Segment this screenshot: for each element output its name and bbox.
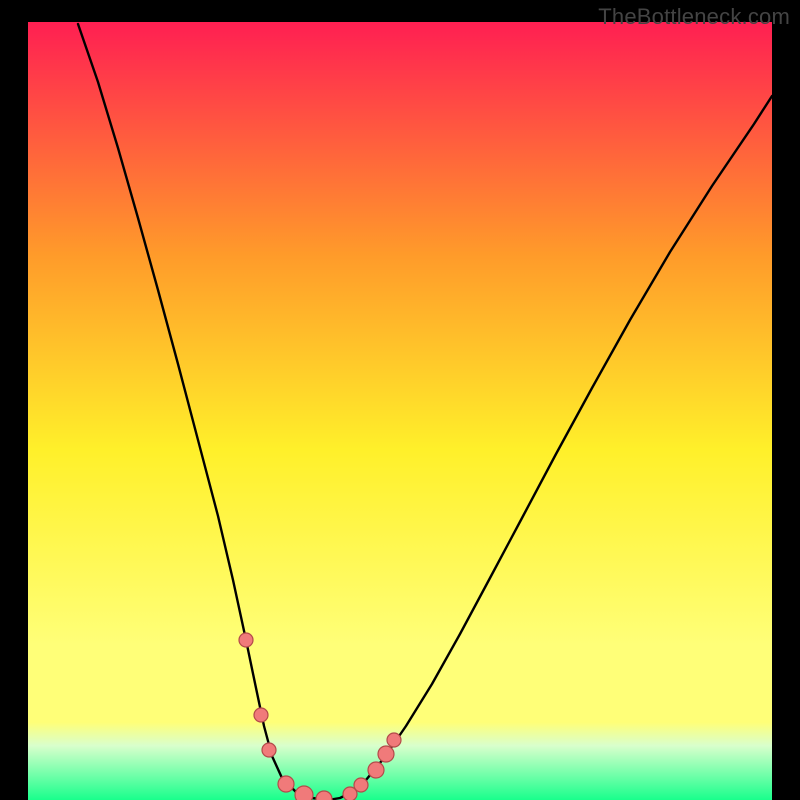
- data-marker: [378, 746, 394, 762]
- data-marker: [295, 786, 313, 800]
- data-marker: [368, 762, 384, 778]
- data-marker: [254, 708, 268, 722]
- chart-container: TheBottleneck.com: [0, 0, 800, 800]
- data-marker: [354, 778, 368, 792]
- data-marker: [278, 776, 294, 792]
- data-marker: [387, 733, 401, 747]
- gradient-bg: [28, 22, 772, 800]
- data-marker: [262, 743, 276, 757]
- data-marker: [239, 633, 253, 647]
- chart-svg: [28, 22, 772, 800]
- plot-area: [28, 22, 772, 800]
- watermark-text: TheBottleneck.com: [598, 4, 790, 30]
